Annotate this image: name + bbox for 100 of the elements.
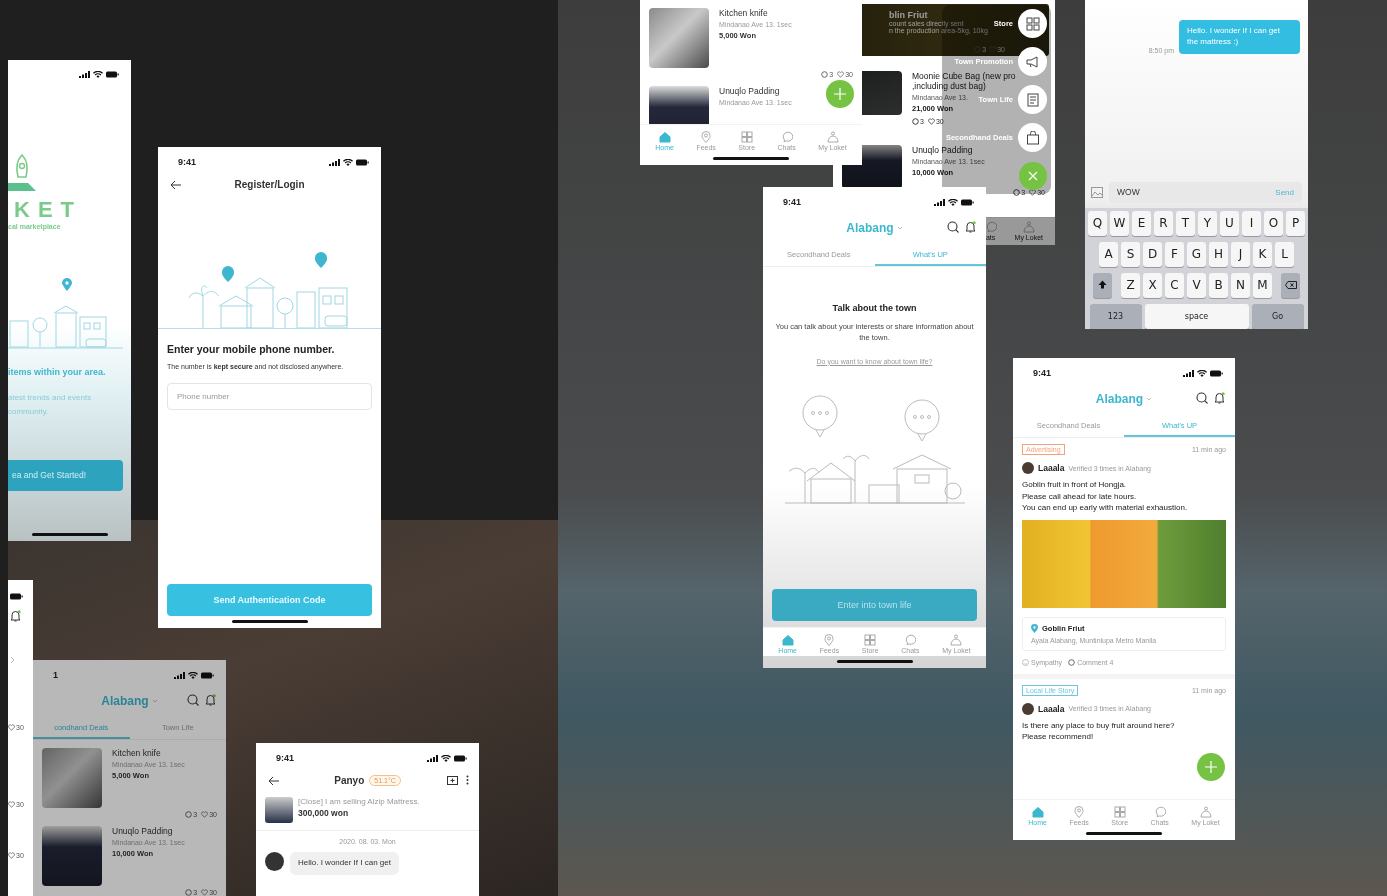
person-icon bbox=[1022, 221, 1035, 233]
keyboard-key[interactable]: E bbox=[1132, 210, 1151, 236]
keyboard-key[interactable]: D bbox=[1143, 241, 1162, 267]
backspace-key[interactable] bbox=[1281, 272, 1300, 298]
more-options-icon[interactable] bbox=[466, 775, 469, 785]
chat-bubble-icon bbox=[780, 131, 793, 143]
battery-icon bbox=[10, 593, 23, 600]
keyboard-key[interactable]: K bbox=[1253, 241, 1272, 267]
megaphone-icon bbox=[1025, 54, 1040, 69]
bell-icon[interactable] bbox=[205, 694, 216, 706]
signal-icon bbox=[79, 71, 90, 78]
keyboard-key[interactable]: J bbox=[1231, 241, 1250, 267]
wifi-icon bbox=[1197, 369, 1207, 377]
keyboard-key[interactable]: R bbox=[1154, 210, 1173, 236]
keyboard-key[interactable]: G bbox=[1187, 241, 1206, 267]
message-bubble: Hello. I wonder If I can get the mattress :) bbox=[1179, 20, 1300, 54]
keyboard-key[interactable]: H bbox=[1209, 241, 1228, 267]
keyboard-key[interactable]: W bbox=[1110, 210, 1129, 236]
status-time: 9:41 bbox=[783, 197, 801, 207]
signal-icon bbox=[329, 158, 340, 166]
location-pin-icon bbox=[700, 131, 713, 143]
avatar bbox=[1022, 702, 1034, 715]
bell-icon[interactable] bbox=[1214, 392, 1225, 404]
grid-icon bbox=[1113, 806, 1126, 818]
grid-icon bbox=[864, 634, 877, 646]
item-title[interactable]: Unuqlo Padding bbox=[912, 145, 973, 155]
keyboard-key[interactable]: S bbox=[1121, 241, 1140, 267]
banner-title: blin Friut bbox=[889, 10, 928, 20]
keyboard-key[interactable]: O bbox=[1264, 210, 1283, 236]
status-time: 1 bbox=[53, 670, 58, 680]
search-icon[interactable] bbox=[187, 694, 199, 706]
shopping-bag-icon bbox=[1025, 130, 1040, 145]
heading: Enter your mobile phone number. bbox=[167, 343, 336, 355]
location-pin-icon bbox=[1073, 806, 1086, 818]
keyboard-key[interactable]: C bbox=[1165, 272, 1184, 298]
person-icon bbox=[1199, 806, 1212, 818]
keyboard-key[interactable]: Go bbox=[1251, 303, 1304, 329]
message-input-field[interactable]: WOW Send bbox=[1109, 181, 1302, 203]
wifi-icon bbox=[441, 754, 451, 762]
keyboard-key[interactable]: X bbox=[1143, 272, 1162, 298]
search-icon[interactable] bbox=[1196, 392, 1208, 404]
grid-icon bbox=[740, 131, 753, 143]
keyboard-key[interactable]: space bbox=[1144, 303, 1249, 329]
house-icon bbox=[781, 634, 794, 646]
brand-name: KET bbox=[13, 197, 83, 223]
signal-icon bbox=[1183, 369, 1194, 377]
item-title[interactable]: Kitchen knife bbox=[719, 8, 768, 18]
shift-arrow-icon bbox=[1098, 280, 1107, 290]
battery-icon bbox=[356, 158, 369, 166]
listing-price: 300,000 won bbox=[298, 808, 350, 818]
backspace-icon bbox=[1284, 281, 1297, 290]
person-icon bbox=[950, 634, 963, 646]
description: atest trends and events community. bbox=[8, 392, 93, 419]
back-arrow-icon[interactable] bbox=[268, 776, 280, 786]
author-name[interactable]: Laaala bbox=[1038, 463, 1065, 473]
keyboard-key[interactable]: Q bbox=[1088, 210, 1107, 236]
bell-icon[interactable] bbox=[965, 221, 976, 233]
author-name[interactable]: Laaala bbox=[1038, 703, 1065, 714]
item-title[interactable]: Unuqlo Padding bbox=[112, 826, 173, 836]
item-title[interactable]: Kitchen knife bbox=[112, 748, 161, 758]
comment-icon bbox=[185, 889, 193, 896]
keyboard-key[interactable]: N bbox=[1231, 272, 1250, 298]
keyboard-key[interactable]: I bbox=[1242, 210, 1261, 236]
back-arrow-icon[interactable] bbox=[170, 180, 182, 190]
grid-icon bbox=[1025, 16, 1040, 31]
plus-icon bbox=[834, 88, 846, 100]
keyboard-key[interactable]: A bbox=[1099, 241, 1118, 267]
signal-icon bbox=[174, 671, 185, 679]
battery-icon bbox=[961, 198, 974, 206]
keyboard-key[interactable]: Y bbox=[1198, 210, 1217, 236]
avatar bbox=[1022, 462, 1034, 474]
bell-icon[interactable] bbox=[10, 610, 21, 622]
item-title[interactable]: Moonie Cube Bag (new pro ,including dust bag) bbox=[912, 71, 1016, 91]
battery-icon bbox=[1210, 369, 1223, 377]
keyboard-key[interactable]: V bbox=[1187, 272, 1206, 298]
shift-key[interactable] bbox=[1093, 272, 1112, 298]
keyboard-key[interactable]: 123 bbox=[1089, 303, 1142, 329]
search-icon[interactable] bbox=[947, 221, 959, 233]
battery-icon bbox=[454, 754, 467, 762]
heart-icon bbox=[201, 889, 209, 896]
keyboard-key[interactable]: B bbox=[1209, 272, 1228, 298]
headline: items within your area. bbox=[8, 367, 107, 377]
heart-icon bbox=[1029, 189, 1037, 196]
phone-number-field[interactable]: Phone number bbox=[167, 383, 372, 410]
keyboard-key[interactable]: T bbox=[1176, 210, 1195, 236]
heart-icon bbox=[8, 852, 15, 859]
plus-icon bbox=[1205, 761, 1217, 773]
item-title[interactable]: Unuqlo Padding bbox=[719, 86, 780, 96]
keyboard-key[interactable]: L bbox=[1275, 241, 1294, 267]
keyboard-key[interactable]: U bbox=[1220, 210, 1239, 236]
rocket-logo-icon bbox=[8, 153, 36, 193]
status-time: 9:41 bbox=[276, 753, 294, 763]
calendar-plus-icon[interactable] bbox=[447, 775, 458, 785]
keyboard-key[interactable]: P bbox=[1286, 210, 1305, 236]
keyboard-key[interactable]: M bbox=[1253, 272, 1272, 298]
keyboard-key[interactable]: F bbox=[1165, 241, 1184, 267]
house-icon bbox=[658, 131, 671, 143]
heart-icon bbox=[837, 71, 845, 78]
keyboard-key[interactable]: Z bbox=[1121, 272, 1140, 298]
heart-icon bbox=[927, 118, 935, 125]
